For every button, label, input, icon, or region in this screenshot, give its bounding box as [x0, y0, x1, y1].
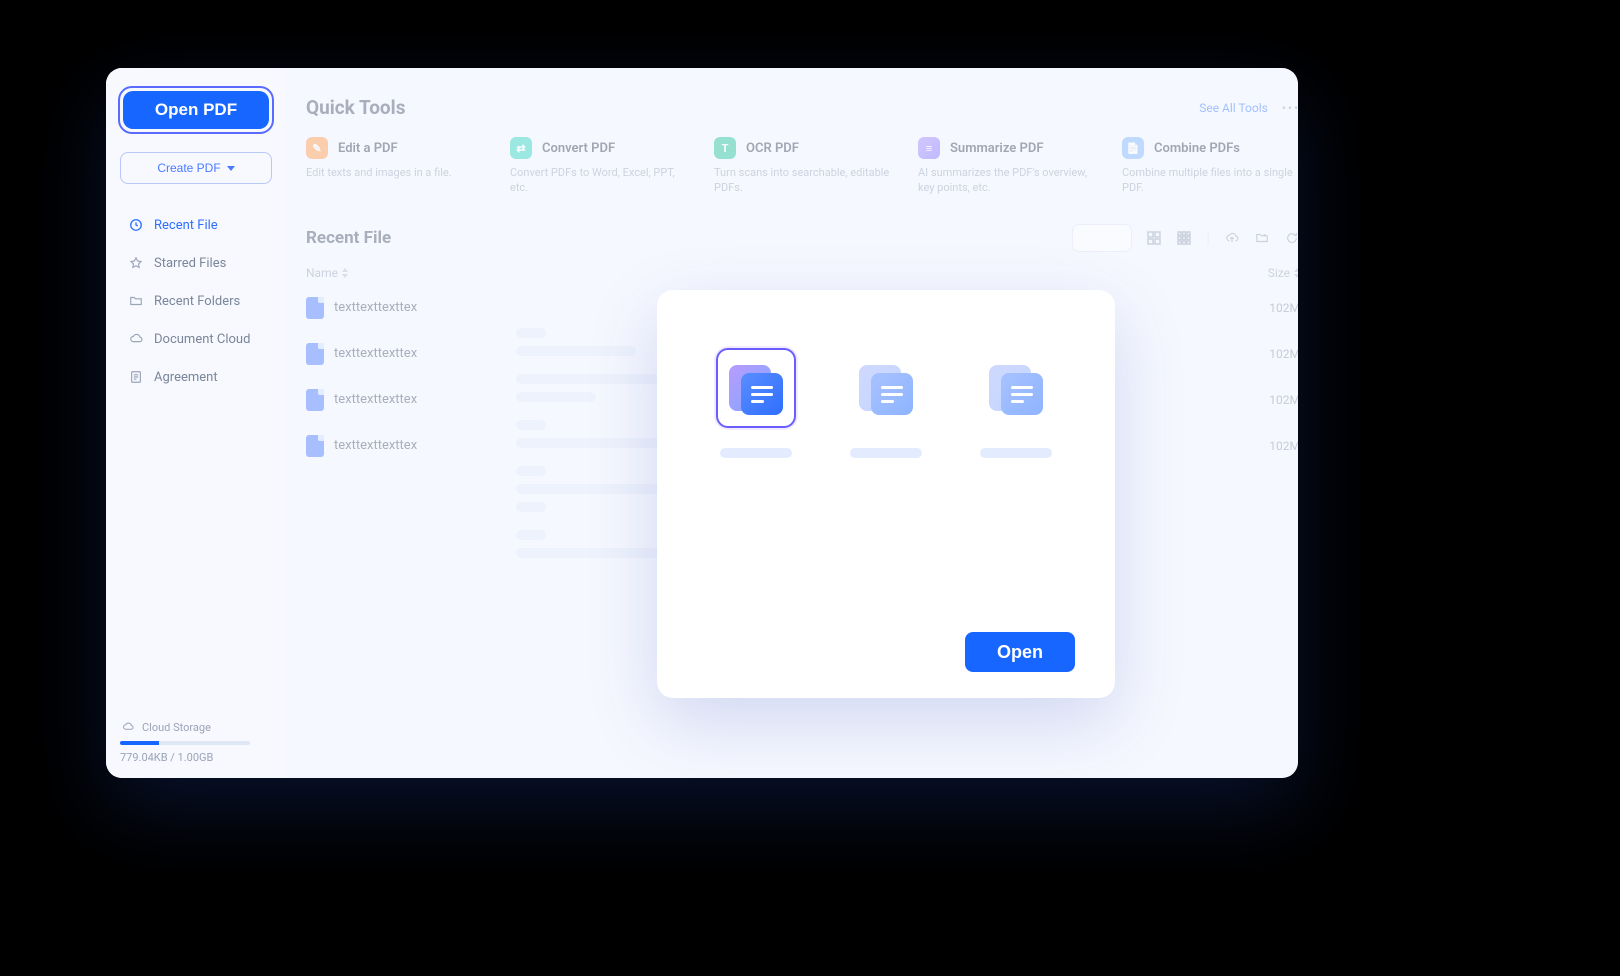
ocr-icon: T: [714, 137, 736, 159]
document-icon: [729, 361, 783, 415]
tool-edit-pdf[interactable]: ✎ Edit a PDF Edit texts and images in a …: [306, 137, 484, 196]
grid-view-icon[interactable]: [1176, 230, 1192, 246]
sidebar: Open PDF Create PDF Recent File Starred …: [106, 68, 286, 778]
cloud-storage-label: Cloud Storage: [142, 721, 211, 734]
pdf-file-icon: [306, 435, 324, 457]
file-size: 102M: [1250, 393, 1298, 407]
create-pdf-label: Create PDF: [157, 161, 220, 175]
col-name-label: Name: [306, 266, 338, 280]
file-name: texttexttexttex: [334, 346, 424, 361]
file-thumbnail-selected[interactable]: [710, 348, 802, 458]
tool-title: Summarize PDF: [950, 141, 1043, 156]
app-window: Open PDF Create PDF Recent File Starred …: [106, 68, 1298, 778]
chevron-down-icon: [227, 166, 235, 171]
thumbnail-label-placeholder: [980, 448, 1052, 458]
open-file-modal: Open: [657, 290, 1115, 698]
clock-icon: [128, 217, 144, 233]
file-name: texttexttexttex: [334, 438, 424, 453]
summarize-icon: ≡: [918, 137, 940, 159]
tool-ocr-pdf[interactable]: T OCR PDF Turn scans into searchable, ed…: [714, 137, 892, 196]
tool-title: Convert PDF: [542, 141, 615, 156]
sidebar-item-recent-file[interactable]: Recent File: [120, 208, 272, 242]
file-size: 102M: [1250, 301, 1298, 315]
open-pdf-highlight: Open PDF: [118, 86, 274, 134]
file-name: texttexttexttex: [334, 392, 424, 407]
tool-title: Combine PDFs: [1154, 141, 1240, 156]
cloud-upload-icon[interactable]: [1224, 230, 1240, 246]
sidebar-item-recent-folders[interactable]: Recent Folders: [120, 284, 272, 318]
combine-icon: 📄: [1122, 137, 1144, 159]
more-icon[interactable]: •••: [1282, 101, 1298, 115]
tool-desc: AI summarizes the PDF's overview, key po…: [918, 165, 1096, 196]
file-size: 102M: [1250, 439, 1298, 453]
sort-down-icon: [342, 274, 348, 278]
file-thumbnail[interactable]: [840, 348, 932, 458]
table-header: Name Size: [306, 262, 1298, 288]
pdf-file-icon: [306, 297, 324, 319]
sort-up-icon: [1294, 268, 1298, 272]
recent-file-heading: Recent File: [306, 228, 391, 248]
document-icon: [859, 361, 913, 415]
sidebar-item-label: Agreement: [154, 370, 218, 385]
tool-title: OCR PDF: [746, 141, 799, 156]
list-view-icon[interactable]: [1146, 230, 1162, 246]
sidebar-item-label: Recent File: [154, 218, 218, 233]
storage-bar: [120, 741, 250, 745]
tool-desc: Convert PDFs to Word, Excel, PPT, etc.: [510, 165, 688, 196]
sidebar-item-label: Starred Files: [154, 256, 226, 271]
col-size[interactable]: Size: [1268, 266, 1298, 280]
cloud-icon: [128, 331, 144, 347]
tool-desc: Combine multiple files into a single PDF…: [1122, 165, 1298, 196]
quick-tools-row: ✎ Edit a PDF Edit texts and images in a …: [306, 137, 1298, 196]
tool-desc: Edit texts and images in a file.: [306, 165, 484, 180]
storage-text: 779.04KB / 1.00GB: [120, 751, 272, 764]
tool-title: Edit a PDF: [338, 141, 398, 156]
refresh-icon[interactable]: [1284, 230, 1298, 246]
file-thumbnail-row: [697, 348, 1075, 458]
thumbnail-label-placeholder: [720, 448, 792, 458]
skeleton-placeholder: [516, 328, 676, 558]
col-name[interactable]: Name: [306, 266, 348, 280]
quick-tools-heading: Quick Tools: [306, 96, 405, 119]
search-input[interactable]: [1072, 224, 1132, 252]
file-size: 102M: [1250, 347, 1298, 361]
sidebar-item-label: Recent Folders: [154, 294, 240, 309]
convert-icon: ⇄: [510, 137, 532, 159]
open-button[interactable]: Open: [965, 632, 1075, 672]
cloud-icon: [120, 719, 136, 735]
sidebar-item-document-cloud[interactable]: Document Cloud: [120, 322, 272, 356]
document-icon: [128, 369, 144, 385]
open-pdf-button[interactable]: Open PDF: [123, 91, 269, 129]
col-size-label: Size: [1268, 266, 1290, 280]
star-icon: [128, 255, 144, 271]
sidebar-item-label: Document Cloud: [154, 332, 250, 347]
tool-desc: Turn scans into searchable, editable PDF…: [714, 165, 892, 196]
sort-up-icon: [342, 268, 348, 272]
edit-icon: ✎: [306, 137, 328, 159]
sidebar-item-starred-files[interactable]: Starred Files: [120, 246, 272, 280]
file-thumbnail[interactable]: [970, 348, 1062, 458]
pdf-file-icon: [306, 343, 324, 365]
tool-convert-pdf[interactable]: ⇄ Convert PDF Convert PDFs to Word, Exce…: [510, 137, 688, 196]
folder-icon: [128, 293, 144, 309]
tool-combine-pdfs[interactable]: 📄 Combine PDFs Combine multiple files in…: [1122, 137, 1298, 196]
thumbnail-label-placeholder: [850, 448, 922, 458]
pdf-file-icon: [306, 389, 324, 411]
create-pdf-button[interactable]: Create PDF: [120, 152, 272, 184]
recent-toolbar: |: [1072, 224, 1298, 252]
tool-summarize-pdf[interactable]: ≡ Summarize PDF AI summarizes the PDF's …: [918, 137, 1096, 196]
sort-down-icon: [1294, 274, 1298, 278]
cloud-storage-status: Cloud Storage 779.04KB / 1.00GB: [120, 719, 272, 764]
document-icon: [989, 361, 1043, 415]
open-folder-icon[interactable]: [1254, 230, 1270, 246]
sidebar-item-agreement[interactable]: Agreement: [120, 360, 272, 394]
see-all-tools-link[interactable]: See All Tools: [1199, 101, 1268, 115]
sidebar-nav: Recent File Starred Files Recent Folders…: [120, 208, 272, 394]
file-name: texttexttexttex: [334, 300, 424, 315]
